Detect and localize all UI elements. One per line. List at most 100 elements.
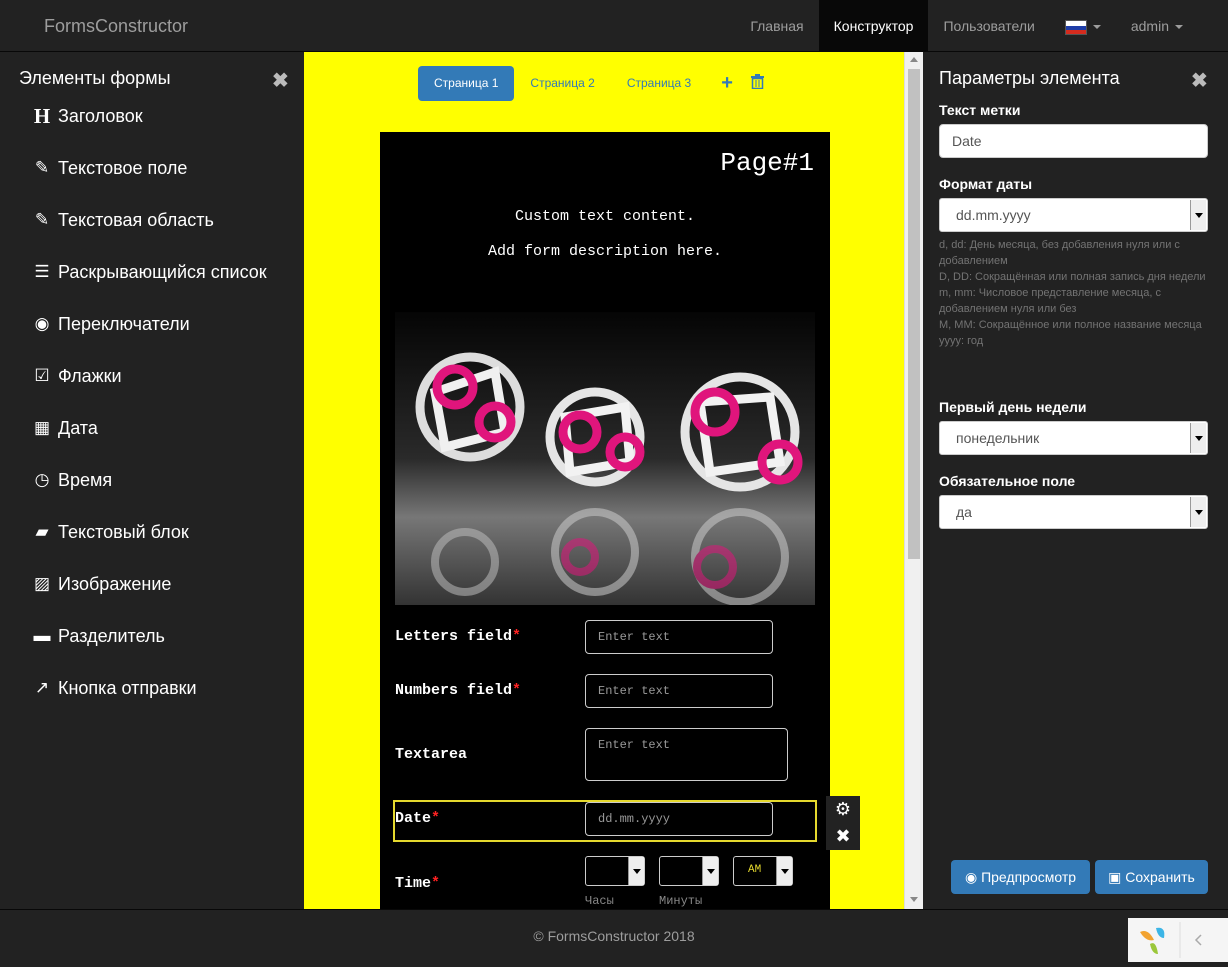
date-format-value: dd.mm.yyyy: [956, 207, 1031, 223]
form-element-item[interactable]: H Заголовок: [30, 103, 267, 155]
form-element-label: Разделитель: [58, 626, 165, 646]
form-element-item[interactable]: ↗ Кнопка отправки: [30, 675, 267, 727]
decorative-image[interactable]: [395, 312, 815, 605]
element-controls: ⚙ ✖: [826, 796, 860, 850]
page-tabs: Страница 1 Страница 2 Страница 3 +: [418, 66, 764, 101]
textarea-label: Textarea: [395, 746, 468, 763]
edit-icon: ✎: [34, 210, 50, 229]
help-line: yyyy: год: [939, 335, 984, 347]
form-element-item[interactable]: ◷ Время: [30, 467, 267, 519]
hours-select[interactable]: [585, 856, 645, 886]
form-element-item[interactable]: ▰ Текстовый блок: [30, 519, 267, 571]
chevron-down-icon: [702, 857, 718, 885]
chevron-down-icon: [1190, 497, 1206, 527]
element-settings-title: Параметры элемента: [939, 68, 1120, 88]
debug-toolbar[interactable]: [1128, 918, 1228, 962]
tab-page-3[interactable]: Страница 3: [611, 66, 707, 101]
help-line: d, dd: День месяца, без добавления нуля …: [939, 239, 1180, 267]
help-line: D, DD: Сокращённая или полная запись дня…: [939, 271, 1206, 283]
comment-icon: ▰: [35, 522, 49, 541]
nav-item-users[interactable]: Пользователи: [928, 0, 1049, 52]
form-element-item[interactable]: ▨ Изображение: [30, 571, 267, 623]
form-element-item[interactable]: ☰ Раскрывающийся список: [30, 259, 267, 311]
textarea-input[interactable]: Enter text: [585, 728, 788, 781]
form-element-item[interactable]: ▦ Дата: [30, 415, 267, 467]
ampm-select[interactable]: AM: [733, 856, 793, 886]
knot-sculpture-icon: [415, 352, 803, 605]
edit-icon: ✎: [34, 158, 50, 177]
minus-icon: ▬: [33, 626, 51, 645]
tab-page-1[interactable]: Страница 1: [418, 66, 515, 101]
remove-icon[interactable]: ✖: [826, 823, 860, 850]
scroll-up-icon[interactable]: [910, 57, 918, 62]
user-name: admin: [1130, 18, 1169, 34]
form-element-label: Дата: [58, 418, 98, 438]
required-field-title: Обязательное поле: [939, 473, 1076, 489]
date-label: Date*: [395, 810, 441, 827]
first-day-value: понедельник: [956, 430, 1040, 446]
chevron-down-icon: [1190, 200, 1206, 230]
help-line: m, mm: Числовое представление месяца, с …: [939, 287, 1161, 315]
form-element-item[interactable]: ◉ Переключатели: [30, 311, 267, 363]
top-navbar: FormsConstructor Главная Конструктор Пол…: [0, 0, 1228, 52]
form-description-line-1[interactable]: Custom text content.: [380, 208, 830, 225]
scroll-down-icon[interactable]: [910, 897, 918, 902]
form-element-item[interactable]: ▬ Разделитель: [30, 623, 267, 675]
heading-icon: H: [33, 104, 51, 128]
minutes-select[interactable]: [659, 856, 719, 886]
form-preview: Page#1 Custom text content. Add form des…: [380, 132, 830, 909]
page-heading[interactable]: Page#1: [720, 148, 814, 178]
ampm-value: AM: [748, 864, 762, 876]
preview-button[interactable]: ◉ Предпросмотр: [951, 860, 1090, 894]
nav-item-home[interactable]: Главная: [735, 0, 818, 52]
canvas-scrollbar[interactable]: [904, 52, 923, 909]
form-element-label: Текстовый блок: [58, 522, 189, 542]
element-settings-panel: Параметры элемента ✖ Текст метки Date Фо…: [923, 52, 1228, 909]
gear-icon[interactable]: ⚙: [826, 796, 860, 823]
first-day-select[interactable]: понедельник: [939, 421, 1208, 455]
help-line: M, MM: Сокращённое или полное название м…: [939, 319, 1202, 331]
form-canvas: Страница 1 Страница 2 Страница 3 + Page#…: [304, 52, 904, 909]
chevron-left-icon[interactable]: [1194, 934, 1202, 946]
label-text-input[interactable]: Date: [939, 124, 1208, 158]
label-text-title: Текст метки: [939, 102, 1021, 118]
brand-logo[interactable]: FormsConstructor: [44, 16, 188, 37]
chevron-down-icon: [776, 857, 792, 885]
date-input[interactable]: dd.mm.yyyy: [585, 802, 773, 836]
radio-icon: ◉: [34, 314, 50, 333]
language-dropdown[interactable]: [1050, 0, 1116, 52]
date-format-help: d, dd: День месяца, без добавления нуля …: [939, 237, 1214, 349]
nav-item-constructor[interactable]: Конструктор: [818, 0, 929, 52]
save-button[interactable]: ▣ Сохранить: [1095, 860, 1208, 894]
form-element-item[interactable]: ✎ Текстовое поле: [30, 155, 267, 207]
letters-field-input[interactable]: Enter text: [585, 620, 773, 654]
clock-icon: ◷: [34, 470, 50, 489]
form-element-label: Текстовая область: [58, 210, 214, 230]
trash-icon[interactable]: [750, 74, 764, 93]
date-format-title: Формат даты: [939, 176, 1033, 192]
hours-caption: Часы: [585, 894, 614, 908]
form-element-item[interactable]: ✎ Текстовая область: [30, 207, 267, 259]
form-element-label: Заголовок: [58, 106, 143, 126]
numbers-field-input[interactable]: Enter text: [585, 674, 773, 708]
form-description-line-2[interactable]: Add form description here.: [380, 243, 830, 260]
minutes-caption: Минуты: [659, 894, 703, 908]
date-format-select[interactable]: dd.mm.yyyy: [939, 198, 1208, 232]
form-element-item[interactable]: ☑ Флажки: [30, 363, 267, 415]
tab-page-2[interactable]: Страница 2: [514, 66, 610, 101]
russian-flag-icon: [1064, 19, 1087, 35]
scrollbar-thumb[interactable]: [908, 69, 920, 559]
close-icon[interactable]: ✖: [1191, 68, 1208, 93]
form-element-label: Изображение: [58, 574, 172, 594]
caret-down-icon: [1175, 25, 1183, 30]
form-element-label: Кнопка отправки: [58, 678, 197, 698]
yii-logo-icon: [1140, 927, 1165, 954]
form-element-label: Переключатели: [58, 314, 190, 334]
chevron-down-icon: [1190, 423, 1206, 453]
form-element-label: Раскрывающийся список: [58, 262, 267, 282]
close-icon[interactable]: ✖: [272, 68, 289, 93]
required-field-select[interactable]: да: [939, 495, 1208, 529]
share-icon: ↗: [34, 678, 50, 697]
user-dropdown[interactable]: admin: [1116, 0, 1198, 52]
plus-icon[interactable]: +: [721, 72, 733, 95]
